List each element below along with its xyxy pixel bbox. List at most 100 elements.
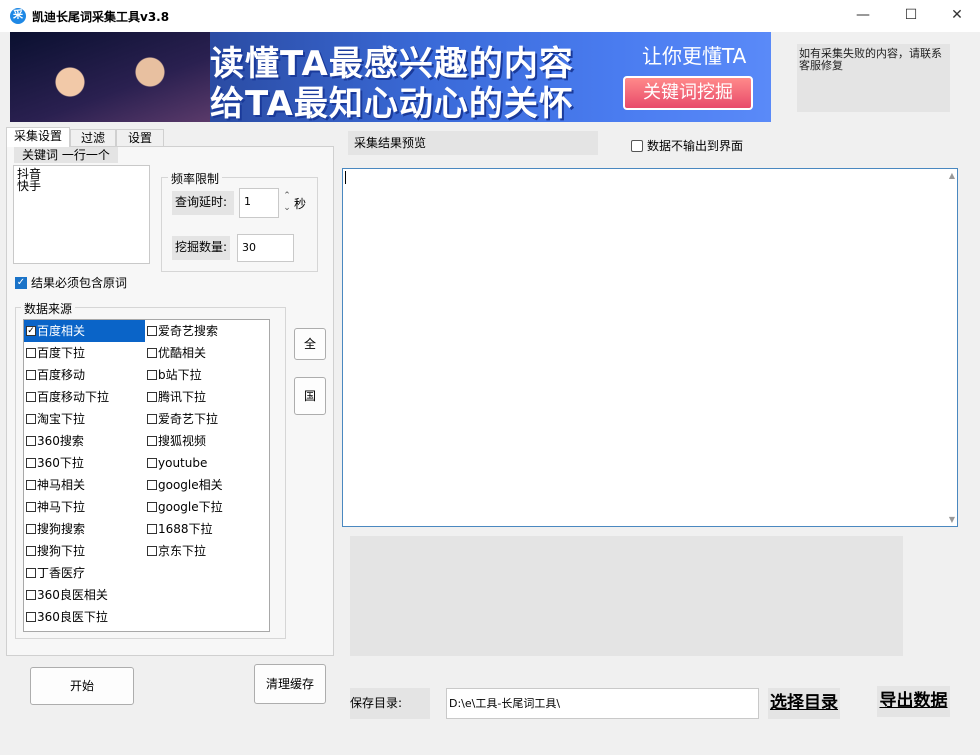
app-icon: 采 [10,8,26,24]
checkbox-empty-icon[interactable] [26,546,36,556]
delay-input[interactable]: 1 [239,188,279,218]
result-textarea[interactable]: ▲ ▼ [342,168,958,527]
start-button[interactable]: 开始 [30,667,134,705]
select-domestic-button[interactable]: 国 [294,377,326,415]
source-item[interactable]: 搜狗搜索 [24,518,145,540]
source-item-label: 360良医下拉 [37,610,108,624]
source-item[interactable]: 360良医下拉 [24,606,145,628]
source-item-label: 神马下拉 [37,500,86,514]
checkbox-empty-icon[interactable] [26,436,36,446]
source-item[interactable]: 爱奇艺搜索 [145,320,269,342]
source-item[interactable]: 腾讯下拉 [145,386,269,408]
checkbox-empty-icon[interactable] [147,524,157,534]
no-output-checkbox[interactable]: 数据不输出到界面 [631,137,743,154]
checkbox-empty-icon[interactable] [147,546,157,556]
tab-filter[interactable]: 过滤 [70,129,116,147]
keyword-label: 关键词 一行一个 [14,147,118,163]
keyword-textarea[interactable]: 抖音 快手 [13,165,150,264]
save-dir-input[interactable]: D:\e\工具-长尾词工具\ [446,688,759,719]
tab-settings[interactable]: 设置 [116,129,164,147]
checkbox-empty-icon[interactable] [26,612,36,622]
source-item[interactable]: 优酷相关 [145,342,269,364]
save-dir-label: 保存目录: [350,688,430,719]
source-column-right: 爱奇艺搜索优酷相关 b站下拉腾讯下拉爱奇艺下拉搜狐视频 youtube google相… [145,320,269,562]
checkbox-empty-icon[interactable] [26,524,36,534]
banner-keyword-button[interactable]: 关键词挖掘 [623,76,753,110]
source-item[interactable]: 京东下拉 [145,540,269,562]
source-item[interactable]: google下拉 [145,496,269,518]
checkbox-empty-icon[interactable] [147,458,157,468]
source-item[interactable]: 360下拉 [24,452,145,474]
checkbox-empty-icon[interactable] [26,348,36,358]
checkbox-empty-icon[interactable] [26,568,36,578]
source-item[interactable]: 淘宝下拉 [24,408,145,430]
clear-cache-button[interactable]: 清理缓存 [254,664,326,704]
choose-dir-button[interactable]: 选择目录 [768,688,840,719]
checkbox-checked-icon[interactable]: ✓ [15,276,27,289]
checkbox-empty-icon[interactable] [26,458,36,468]
source-group-title: 数据来源 [21,300,76,317]
ad-banner[interactable]: 读懂TA最感兴趣的内容 给TA最知心动心的关怀 让你更懂TA 关键词挖掘 [10,32,771,122]
must-contain-label: 结果必须包含原词 [31,276,128,290]
stepper-down-icon[interactable]: ⌄ [283,203,291,213]
scroll-down-icon[interactable]: ▼ [949,515,955,524]
source-item[interactable]: 百度移动下拉 [24,386,145,408]
source-item[interactable]: 搜狗下拉 [24,540,145,562]
source-item[interactable]: 爱奇艺下拉 [145,408,269,430]
must-contain-checkbox[interactable]: ✓ 结果必须包含原词 [15,274,127,291]
checkbox-empty-icon[interactable] [147,370,157,380]
delay-stepper[interactable]: ⌃ ⌄ [281,190,293,216]
source-item[interactable]: 1688下拉 [145,518,269,540]
close-button[interactable]: ✕ [934,0,980,32]
checkbox-empty-icon[interactable] [26,370,36,380]
checkbox-empty-icon[interactable] [147,326,157,336]
source-item[interactable]: 360搜索 [24,430,145,452]
count-label: 挖掘数量: [172,236,230,260]
source-item[interactable]: google相关 [145,474,269,496]
checkbox-empty-icon[interactable] [147,414,157,424]
window-title: 凯迪长尾词采集工具v3.8 [32,10,170,24]
export-data-button[interactable]: 导出数据 [877,686,950,717]
source-item[interactable]: b站下拉 [145,364,269,386]
checkbox-empty-icon[interactable] [26,392,36,402]
no-output-label: 数据不输出到界面 [647,139,744,153]
checkbox-empty-icon[interactable] [26,590,36,600]
minimize-button[interactable]: — [840,0,886,32]
source-item-label: google下拉 [158,500,223,514]
source-item[interactable]: 神马相关 [24,474,145,496]
source-item-label: 爱奇艺下拉 [158,412,219,426]
checkbox-empty-icon[interactable] [26,480,36,490]
checkbox-empty-icon[interactable] [147,502,157,512]
checkbox-empty-icon[interactable] [26,414,36,424]
delay-label: 查询延时: [172,191,234,215]
source-item[interactable]: 百度移动 [24,364,145,386]
source-item[interactable]: 神马下拉 [24,496,145,518]
source-item-label: 搜狐视频 [158,434,207,448]
source-item-label: 360良医相关 [37,588,108,602]
tab-collect-settings[interactable]: 采集设置 [6,127,70,147]
source-checklist[interactable]: ✓ 百度相关 百度下拉 百度移动百度移动下拉淘宝下拉 360搜索 360下拉 神马相关神马下… [23,319,270,632]
source-item-label: 百度移动下拉 [37,390,110,404]
stepper-up-icon[interactable]: ⌃ [283,191,291,201]
delay-unit: 秒 [294,197,307,211]
source-item[interactable]: 搜狐视频 [145,430,269,452]
frequency-group-title: 频率限制 [168,170,223,187]
checkbox-empty-icon[interactable] [147,480,157,490]
checkbox-empty-icon[interactable] [147,392,157,402]
checkbox-empty-icon[interactable] [631,139,643,152]
checkbox-empty-icon[interactable] [26,502,36,512]
source-item[interactable]: ✓ 百度相关 [24,320,145,342]
source-item[interactable]: youtube [145,452,269,474]
maximize-button[interactable]: ☐ [888,0,934,32]
checkbox-checked-icon[interactable]: ✓ [26,326,36,336]
source-item-label: 腾讯下拉 [158,390,207,404]
source-item[interactable]: 百度下拉 [24,342,145,364]
source-item-label: 优酷相关 [158,346,207,360]
scroll-up-icon[interactable]: ▲ [949,171,955,180]
source-item[interactable]: 丁香医疗 [24,562,145,584]
count-input[interactable]: 30 [237,234,294,262]
source-item[interactable]: 360良医相关 [24,584,145,606]
checkbox-empty-icon[interactable] [147,436,157,446]
checkbox-empty-icon[interactable] [147,348,157,358]
select-all-button[interactable]: 全 [294,328,326,360]
